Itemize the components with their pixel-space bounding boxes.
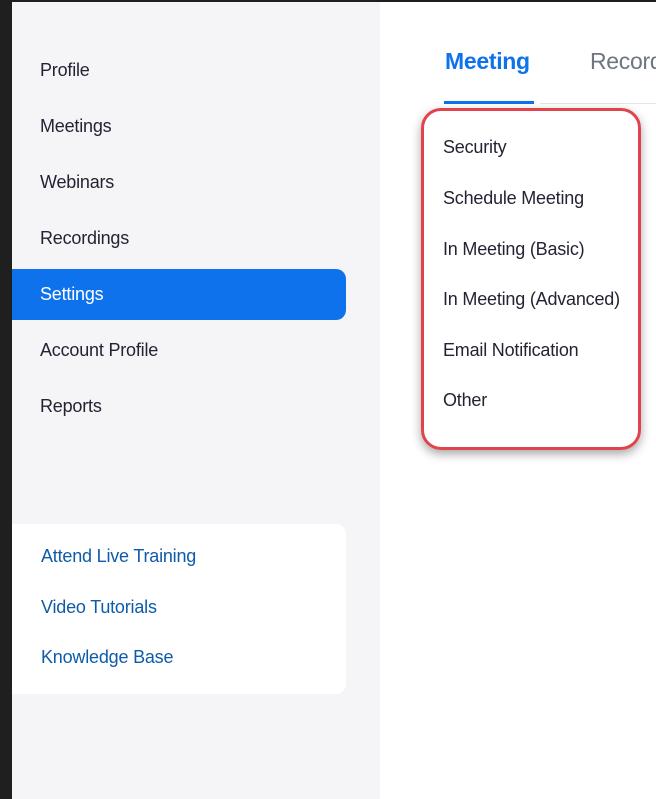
subnav-in-meeting-advanced[interactable]: In Meeting (Advanced) <box>443 289 620 310</box>
sidebar-item-label: Account Profile <box>40 339 159 360</box>
sidebar-item-label: Meetings <box>40 115 112 136</box>
sidebar-item-webinars[interactable]: Webinars <box>12 157 346 207</box>
subnav-email-notification[interactable]: Email Notification <box>443 340 579 361</box>
sidebar-item-recordings[interactable]: Recordings <box>12 213 346 263</box>
tabs-divider <box>540 103 656 104</box>
subnav-schedule-meeting[interactable]: Schedule Meeting <box>443 188 584 209</box>
subnav-in-meeting-basic[interactable]: In Meeting (Basic) <box>443 239 585 260</box>
sidebar-item-label: Profile <box>40 59 90 80</box>
sidebar-item-label: Webinars <box>40 171 115 192</box>
sidebar-item-reports[interactable]: Reports <box>12 381 346 431</box>
zoom-settings-window: Profile Meetings Webinars Recordings Set… <box>12 0 656 799</box>
knowledge-base-link[interactable]: Knowledge Base <box>41 647 173 668</box>
sidebar-item-settings[interactable]: Settings <box>12 269 346 320</box>
sidebar: Profile Meetings Webinars Recordings Set… <box>12 0 380 799</box>
sidebar-item-label: Recordings <box>40 227 130 248</box>
sidebar-item-label: Reports <box>40 395 102 416</box>
sidebar-item-meetings[interactable]: Meetings <box>12 101 346 151</box>
sidebar-item-account-profile[interactable]: Account Profile <box>12 325 346 375</box>
sidebar-item-label: Settings <box>40 284 104 304</box>
subnav-other[interactable]: Other <box>443 390 487 411</box>
video-tutorials-link[interactable]: Video Tutorials <box>41 597 157 618</box>
help-links-card: Attend Live Training Video Tutorials Kno… <box>12 524 346 694</box>
window-top-edge <box>0 0 656 2</box>
attend-live-training-link[interactable]: Attend Live Training <box>41 546 196 567</box>
sidebar-item-profile[interactable]: Profile <box>12 45 346 95</box>
active-tab-indicator <box>444 101 534 104</box>
subnav-security[interactable]: Security <box>443 137 507 158</box>
tab-meeting[interactable]: Meeting <box>445 48 530 75</box>
settings-main: Meeting Recording Security Schedule Meet… <box>380 0 656 799</box>
tab-recording[interactable]: Recording <box>590 48 656 75</box>
